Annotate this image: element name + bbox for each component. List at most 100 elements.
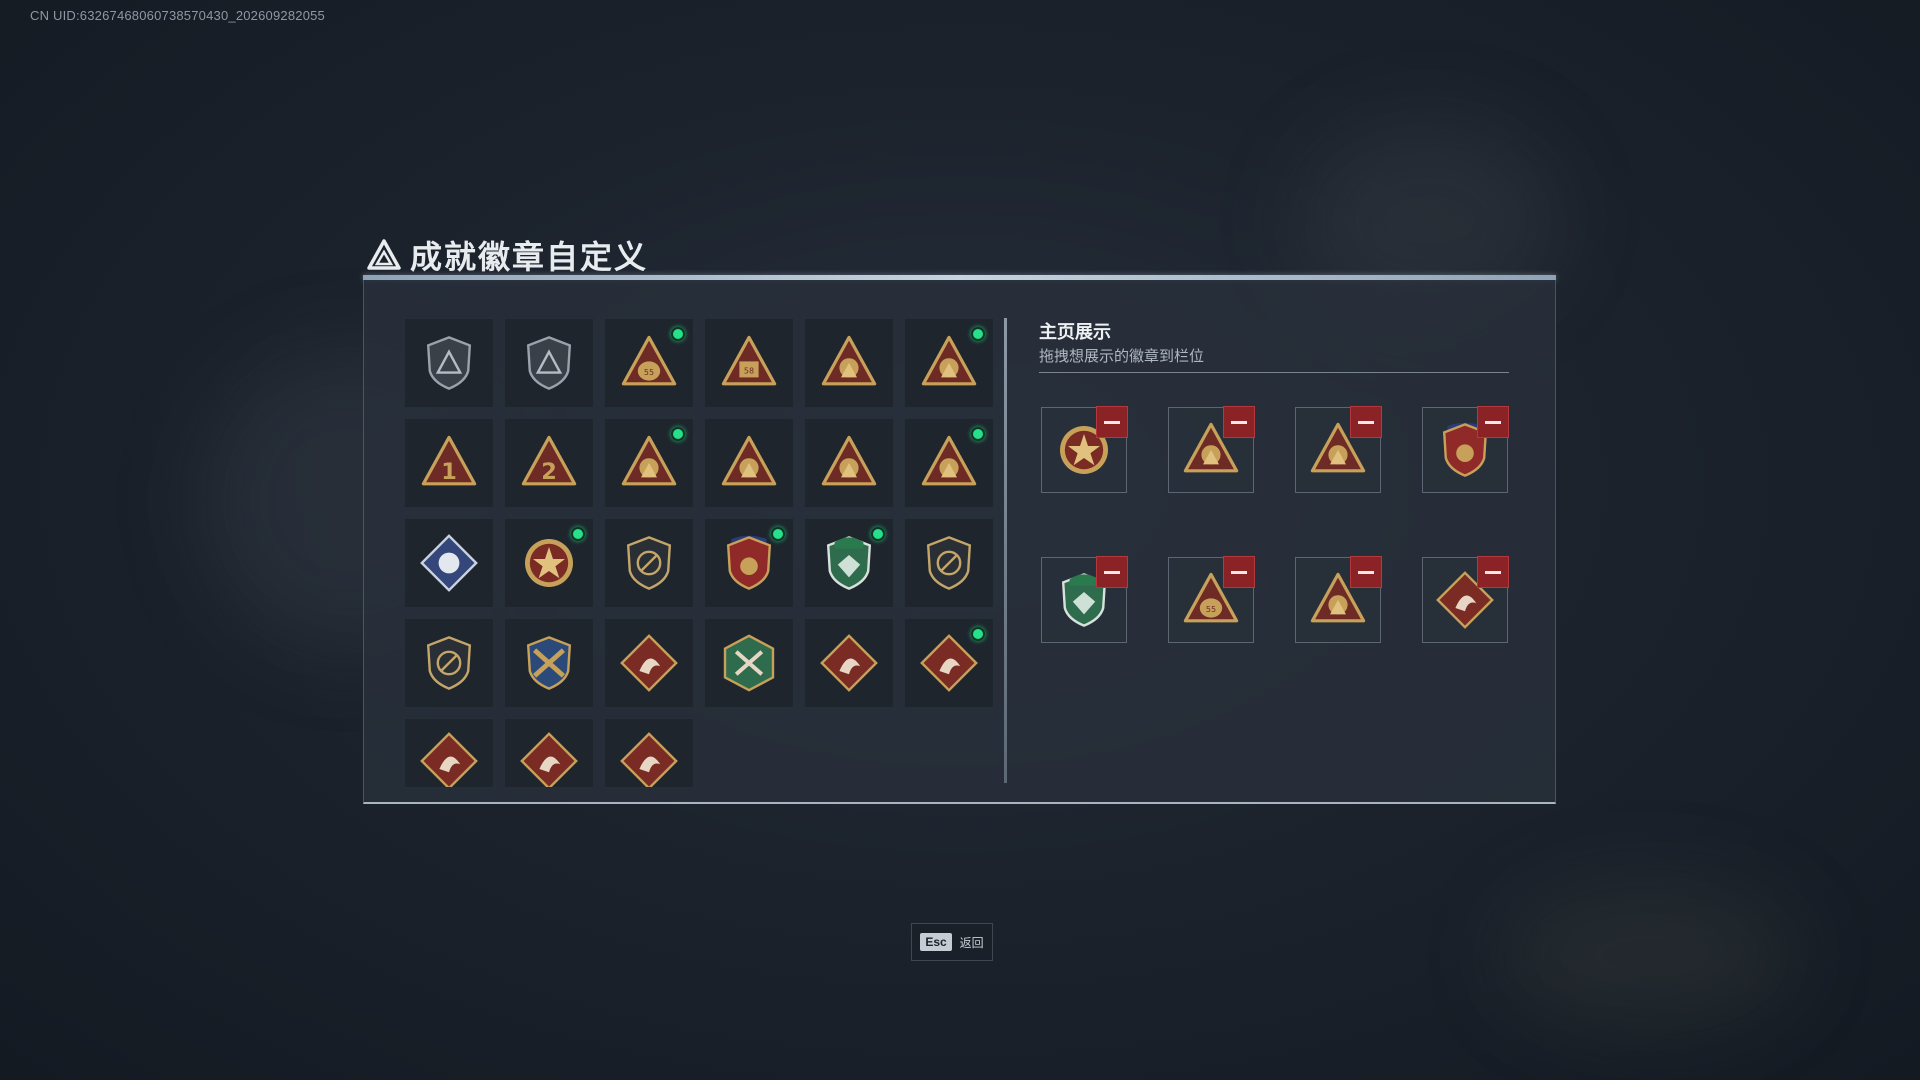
showcase-slot[interactable] (1295, 406, 1382, 493)
showcase-slot[interactable] (1168, 406, 1255, 493)
minus-icon (1231, 420, 1247, 424)
badge-slot[interactable] (704, 618, 794, 708)
badge-slot[interactable] (604, 618, 694, 708)
badge-slot[interactable] (504, 718, 594, 788)
remove-badge-button[interactable] (1223, 406, 1255, 438)
new-indicator-dot (971, 327, 985, 341)
badge-slot[interactable] (904, 618, 994, 708)
badge-slot[interactable] (504, 518, 594, 608)
gold-triangle-58-badge-icon: 58 (721, 335, 777, 386)
showcase-slot[interactable]: 55 (1168, 556, 1255, 643)
remove-badge-button[interactable] (1350, 406, 1382, 438)
gold-triangle-tower-icon (921, 435, 977, 486)
badge-slot[interactable] (804, 318, 894, 408)
badge-slot[interactable] (804, 518, 894, 608)
grey-shield-emblem-icon (426, 336, 472, 390)
title-area: 成就徽章自定义 (366, 232, 648, 278)
triangle-logo-icon (367, 239, 401, 270)
showcase-slot[interactable] (1422, 556, 1509, 643)
svg-text:55: 55 (644, 368, 654, 377)
gold-triangle-rank1-icon: 1 (421, 435, 477, 486)
shield-no-weapon-icon (926, 536, 972, 590)
showcase-slot[interactable] (1422, 406, 1509, 493)
back-label: 返回 (959, 935, 984, 950)
badge-slot[interactable] (604, 518, 694, 608)
badge-slot[interactable] (404, 318, 494, 408)
badge-slot[interactable] (404, 618, 494, 708)
badge-slot[interactable] (404, 718, 494, 788)
svg-text:55: 55 (1206, 605, 1216, 614)
red-diamond-tools-icon (620, 732, 678, 787)
remove-badge-button[interactable] (1223, 556, 1255, 588)
showcase-title: 主页展示 (1039, 322, 1111, 342)
badge-panel: 55 58 1 2 主页展示 拖拽想展示的徽章到栏位 55 (363, 280, 1556, 804)
back-button[interactable]: Esc 返回 (911, 923, 993, 961)
new-indicator-dot (871, 527, 885, 541)
uid-text: CN UID:63267468060738570430_202609282055 (30, 8, 325, 23)
remove-badge-button[interactable] (1096, 556, 1128, 588)
badge-slot[interactable] (404, 518, 494, 608)
badge-slot[interactable]: 58 (704, 318, 794, 408)
new-indicator-dot (771, 527, 785, 541)
stars-crest-shield-icon (726, 535, 772, 590)
badge-slot[interactable]: 2 (504, 418, 594, 508)
badge-slot[interactable]: 55 (604, 318, 694, 408)
crossed-rifles-shield-icon (526, 636, 572, 690)
red-diamond-dragon-alt-icon (920, 634, 978, 692)
new-indicator-dot (671, 427, 685, 441)
minus-icon (1104, 570, 1120, 574)
svg-text:58: 58 (744, 366, 754, 375)
red-diamond-runner-icon (420, 732, 478, 787)
badge-slot[interactable]: 1 (404, 418, 494, 508)
minus-icon (1231, 570, 1247, 574)
red-diamond-dragon-icon (820, 634, 878, 692)
gold-triangle-soldier-icon (721, 435, 777, 486)
minus-icon (1358, 420, 1374, 424)
badge-slot[interactable] (504, 318, 594, 408)
remove-badge-button[interactable] (1096, 406, 1128, 438)
badge-slot[interactable] (504, 618, 594, 708)
badge-slot[interactable] (604, 718, 694, 788)
new-indicator-dot (571, 527, 585, 541)
red-diamond-wolf-icon (620, 634, 678, 692)
remove-badge-button[interactable] (1477, 556, 1509, 588)
gold-triangle-sack-55-icon: 55 (621, 335, 677, 386)
minus-icon (1485, 420, 1501, 424)
gold-triangle-dragon-icon (921, 335, 977, 386)
gold-triangle-flower-icon (621, 435, 677, 486)
remove-badge-button[interactable] (1350, 556, 1382, 588)
badge-slot[interactable] (804, 618, 894, 708)
gold-triangle-squad-icon (821, 435, 877, 486)
badge-slot[interactable] (704, 518, 794, 608)
new-indicator-dot (971, 427, 985, 441)
showcase-slot[interactable] (1295, 556, 1382, 643)
minus-icon (1485, 570, 1501, 574)
new-indicator-dot (671, 327, 685, 341)
red-star-medal-icon (525, 539, 573, 587)
page-title: 成就徽章自定义 (410, 238, 649, 276)
badge-slot[interactable] (904, 318, 994, 408)
gold-triangle-helmet-icon (821, 335, 877, 386)
minus-icon (1104, 420, 1120, 424)
svg-text:1: 1 (441, 459, 457, 485)
minus-icon (1358, 570, 1374, 574)
new-indicator-dot (971, 627, 985, 641)
esc-key-hint: Esc (920, 933, 952, 951)
showcase-subtitle: 拖拽想展示的徽章到栏位 (1039, 348, 1205, 365)
badge-slot[interactable] (804, 418, 894, 508)
remove-badge-button[interactable] (1477, 406, 1509, 438)
badge-slot[interactable] (604, 418, 694, 508)
badge-inventory-grid: 55 58 1 2 (404, 318, 1004, 808)
showcase-divider (1039, 372, 1509, 373)
green-hexagon-crossed-knives-icon (723, 634, 775, 692)
blue-diamond-tiger-icon (420, 534, 478, 592)
background-glow (1500, 880, 1800, 1030)
green-beret-shield-icon (826, 536, 872, 590)
panel-divider-scrollbar[interactable] (1004, 318, 1007, 783)
showcase-slot[interactable] (1041, 556, 1128, 643)
badge-slot[interactable] (704, 418, 794, 508)
showcase-slot[interactable] (1041, 406, 1128, 493)
badge-slot[interactable] (904, 518, 994, 608)
red-diamond-beast-icon (520, 732, 578, 787)
badge-slot[interactable] (904, 418, 994, 508)
